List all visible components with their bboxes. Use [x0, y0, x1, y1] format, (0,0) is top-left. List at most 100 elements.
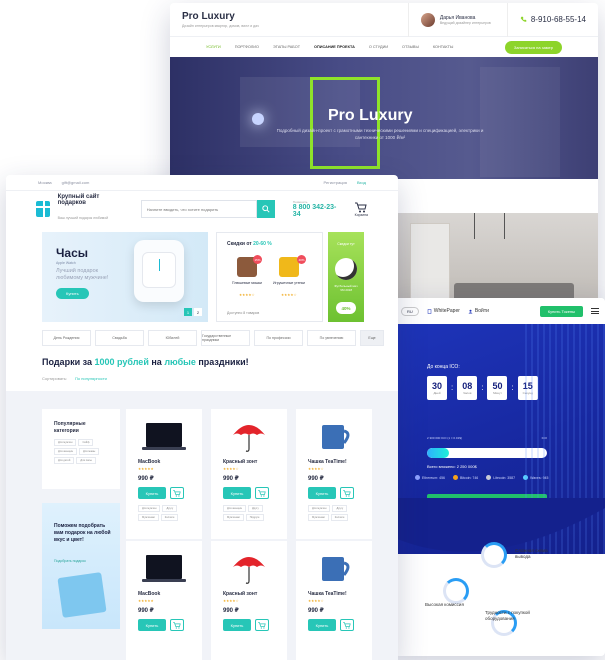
product-tag[interactable]: Мужчинам: [138, 514, 159, 521]
laptop-image: [142, 555, 186, 582]
timer-separator: :: [481, 383, 484, 392]
category-tab[interactable]: По профессии: [254, 330, 303, 346]
category-tag[interactable]: Для детей: [54, 457, 75, 464]
timer-hours: 08 Часов: [457, 376, 478, 400]
buy-button[interactable]: Купить: [223, 619, 251, 631]
product-tag[interactable]: Для женщин: [223, 505, 247, 512]
product-tag[interactable]: Другу: [248, 505, 263, 512]
buy-tokens-button[interactable]: Купить Токены: [539, 305, 583, 317]
ball-promo[interactable]: Скидки тут Футбольный мяч ЧМ 2018 40%: [328, 232, 364, 322]
cart-icon: [173, 621, 181, 629]
product-tag[interactable]: Подруге: [245, 514, 264, 521]
register-link[interactable]: Регистрация: [324, 180, 347, 185]
ico-screen: RU WhitePaper Войти Купить Токены До кон…: [395, 298, 605, 656]
sale-item-name[interactable]: Игрушечные утенки: [271, 281, 307, 286]
category-tag[interactable]: Сейф: [78, 439, 94, 446]
product-tag[interactable]: Другу: [162, 505, 178, 512]
banner-buy-button[interactable]: Купить: [56, 288, 89, 299]
add-to-cart-button[interactable]: [340, 619, 354, 631]
product-tag[interactable]: Для мужчин: [308, 505, 331, 512]
add-to-cart-button[interactable]: [170, 487, 184, 499]
category-tab[interactable]: Государственные праздники: [201, 330, 250, 346]
category-tag[interactable]: Для мамы: [79, 448, 100, 455]
sort-select[interactable]: По популярности: [75, 376, 107, 381]
search-icon: [262, 205, 270, 213]
product-tag[interactable]: Для мужчин: [138, 505, 161, 512]
gift-phone[interactable]: Позвонить 8 800 342-23-34: [293, 200, 337, 218]
lux-brand: Pro Luxury: [182, 11, 235, 22]
discount-heading: Скидки от 20-60 %: [227, 241, 272, 247]
lux-nav-item[interactable]: Описание проекта: [314, 45, 355, 49]
product-name[interactable]: Чашка TeaTime!: [308, 591, 347, 597]
language-select[interactable]: RU: [401, 306, 419, 316]
lux-phone[interactable]: 8-910-68-55-14: [520, 15, 586, 24]
product-card[interactable]: Красный зонт ★★★★☆ 990 ₽ Купить: [211, 541, 287, 660]
login-link[interactable]: Войти: [468, 308, 489, 314]
category-tab[interactable]: День Рождения: [42, 330, 91, 346]
category-tag[interactable]: Для мужчин: [54, 439, 77, 446]
sale-item-name[interactable]: Плюшевые мишки: [229, 281, 265, 286]
add-to-cart-button[interactable]: [255, 619, 269, 631]
pick-gift-link[interactable]: Подобрать подарок: [54, 559, 86, 563]
timer-seconds: 15 Секунд: [517, 376, 538, 400]
lux-nav-item[interactable]: Контакты: [433, 45, 453, 49]
add-to-cart-button[interactable]: [170, 619, 184, 631]
umbrella-image: [233, 557, 265, 584]
email-link[interactable]: gift@gmail.com: [62, 180, 90, 185]
cart-icon: [258, 621, 266, 629]
category-tag[interactable]: Для папы: [76, 457, 96, 464]
product-tag[interactable]: Другу: [332, 505, 348, 512]
buy-button[interactable]: Купить: [138, 487, 166, 499]
add-to-cart-button[interactable]: [255, 487, 269, 499]
login-link[interactable]: Вход: [357, 180, 366, 185]
lux-logo[interactable]: Pro Luxury Дизайн интерьеров квартир, до…: [182, 11, 262, 28]
product-card[interactable]: MacBook ★★★★★ 990 ₽ Купить Для мужчин Другу Му…: [126, 409, 202, 539]
product-name[interactable]: Чашка TeaTime!: [308, 459, 347, 465]
product-name[interactable]: MacBook: [138, 591, 160, 597]
lux-nav-item[interactable]: О студии: [369, 45, 388, 49]
lux-nav-item[interactable]: Услуги: [206, 45, 221, 49]
watch-banner[interactable]: Часы Apple Watch Лучший подарок любимому…: [42, 232, 208, 322]
buy-button[interactable]: Купить: [138, 619, 166, 631]
product-tag[interactable]: Коллеге: [160, 514, 179, 521]
pager-dot[interactable]: 2: [194, 308, 202, 316]
menu-icon[interactable]: [591, 308, 599, 314]
lux-nav-item[interactable]: Портфолио: [235, 45, 259, 49]
cart-icon: [343, 489, 351, 497]
umbrella-image: [233, 425, 265, 452]
category-tag[interactable]: Для женщин: [54, 448, 78, 455]
product-name[interactable]: Красный зонт: [223, 591, 257, 597]
discount-block[interactable]: Скидки от 20-60 % 15% 40% Плюшевые мишки…: [216, 232, 323, 322]
product-tag[interactable]: Коллеге: [330, 514, 349, 521]
product-card[interactable]: Красный зонт ★★★★☆ 990 ₽ Купить Для женщин Др…: [211, 409, 287, 539]
measure-request-button[interactable]: Записаться на замер: [504, 40, 562, 54]
cart-button[interactable]: Корзина: [355, 202, 368, 217]
lux-nav-item[interactable]: Отзывы: [402, 45, 419, 49]
search-input[interactable]: [140, 200, 257, 218]
whitepaper-link[interactable]: WhitePaper: [427, 308, 460, 314]
feature-item: Сложная схема вывода: [481, 542, 548, 568]
city-select[interactable]: Москва: [38, 180, 52, 185]
product-card[interactable]: MacBook ★★★★★ 990 ₽ Купить: [126, 541, 202, 660]
buy-button[interactable]: Купить: [308, 619, 336, 631]
product-name[interactable]: Красный зонт: [223, 459, 257, 465]
hero-photo-shape: [480, 67, 560, 177]
category-tab[interactable]: Юбилей: [148, 330, 197, 346]
product-card[interactable]: Чашка TeaTime! ★★★★☆ 990 ₽ Купить Для мужчин…: [296, 409, 372, 539]
product-tag[interactable]: Мужчинам: [308, 514, 329, 521]
add-to-cart-button[interactable]: [340, 487, 354, 499]
category-tab[interactable]: По увлечению: [307, 330, 356, 346]
collected-total: Всего вложено: 2 250 000$: [427, 464, 477, 469]
category-tab[interactable]: Свадьба: [95, 330, 144, 346]
category-more[interactable]: Еще: [360, 330, 384, 346]
gift-logo[interactable]: Крупный сайт подарков Ваш лучший подарок…: [58, 194, 119, 224]
search-button[interactable]: [256, 200, 275, 218]
product-card[interactable]: Чашка TeaTime! ★★★★☆ 990 ₽ Купить: [296, 541, 372, 660]
product-name[interactable]: MacBook: [138, 459, 160, 465]
buy-button[interactable]: Купить: [223, 487, 251, 499]
buy-button[interactable]: Купить: [308, 487, 336, 499]
lux-nav-item[interactable]: Этапы работ: [273, 45, 300, 49]
pager-dot[interactable]: 1: [184, 308, 192, 316]
raised-label: 2 300 000 ICO (1 = 0.01$) ICO: [427, 436, 547, 440]
product-tag[interactable]: Мужчинам: [223, 514, 244, 521]
